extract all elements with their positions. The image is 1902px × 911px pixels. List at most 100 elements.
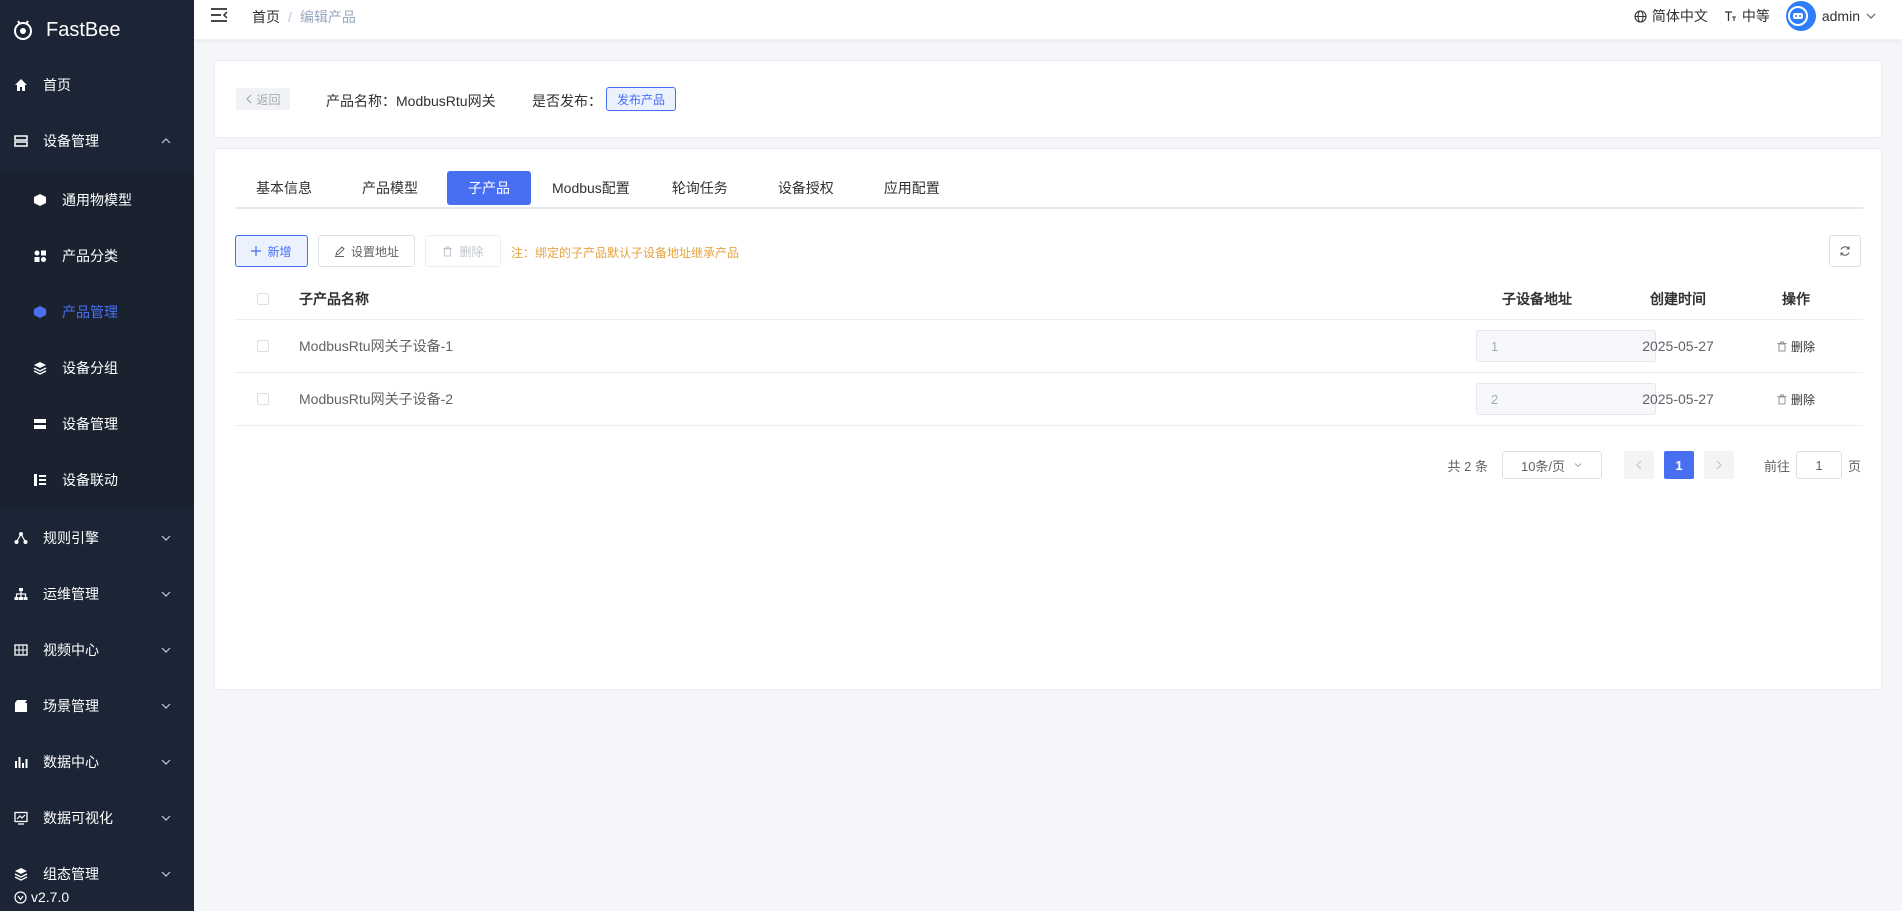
size-label: 中等 [1741, 8, 1770, 24]
sidebar-item-thing-model[interactable]: 通用物模型 [0, 172, 194, 228]
sidebar-item-label: 产品管理 [62, 304, 118, 320]
sidebar-item-home[interactable]: 首页 [0, 60, 194, 110]
scene-icon [15, 700, 27, 712]
breadcrumb-home[interactable]: 首页 [252, 7, 280, 27]
product-name: 产品名称：ModbusRtu网关 [326, 93, 496, 109]
sidebar-item-label: 场景管理 [43, 698, 99, 714]
set-address-button[interactable]: 设置地址 [318, 235, 415, 267]
language-label: 简体中文 [1651, 8, 1708, 24]
sidebar-item-devices[interactable]: 设备管理 [0, 396, 194, 452]
set-address-label: 设置地址 [350, 244, 399, 259]
row-checkbox[interactable] [257, 393, 269, 405]
tab-app-config[interactable]: 应用配置 [863, 171, 961, 205]
sidebar-item-label: 设备管理 [43, 133, 99, 149]
sidebar-item-label: 数据可视化 [43, 810, 113, 826]
plus-icon [251, 246, 262, 256]
sidebar: FastBee 首页 设备管理 通用物模型 产品分类 产品管理 设备分组 设备管… [0, 0, 194, 911]
sidebar-item-label: 首页 [43, 77, 71, 93]
sidebar-item-data-center[interactable]: 数据中心 [0, 734, 194, 790]
logo[interactable]: FastBee [0, 0, 194, 60]
goto-suffix: 页 [1847, 458, 1861, 474]
back-button[interactable]: 返回 [236, 88, 290, 110]
tab-product-model[interactable]: 产品模型 [341, 171, 439, 205]
tab-modbus-config[interactable]: Modbus配置 [539, 171, 643, 205]
table-row: ModbusRtu网关子设备-2 2025-05-27 删除 [235, 373, 1863, 426]
sub-device-address-input[interactable] [1476, 383, 1656, 415]
chevron-down-icon [161, 591, 171, 597]
row-checkbox[interactable] [257, 340, 269, 352]
tab-basic-info[interactable]: 基本信息 [235, 171, 333, 205]
back-label: 返回 [256, 92, 281, 107]
header-address: 子设备地址 [1502, 291, 1572, 307]
chevron-down-icon [161, 647, 171, 653]
size-switcher[interactable]: 中等 [1724, 6, 1770, 26]
trash-icon [1777, 341, 1787, 351]
sub-product-table: 子产品名称 子设备地址 创建时间 操作 ModbusRtu网关子设备-1 202… [235, 279, 1863, 426]
page-size-select[interactable]: 10条/页 [1501, 451, 1602, 479]
inherit-address-note: 注：绑定的子产品默认子设备地址继承产品 [511, 246, 740, 260]
sidebar-item-ops[interactable]: 运维管理 [0, 566, 194, 622]
sub-device-address-input[interactable] [1476, 330, 1656, 362]
header-actions: 简体中文 中等 admin [1618, 0, 1882, 32]
sidebar-item-product-management[interactable]: 产品管理 [0, 284, 194, 340]
chevron-down-icon [1574, 463, 1582, 468]
refresh-button[interactable] [1829, 235, 1861, 267]
chevron-down-icon [161, 703, 171, 709]
trash-icon [443, 246, 453, 256]
user-menu[interactable]: admin [1785, 1, 1882, 31]
row-name: ModbusRtu网关子设备-2 [299, 391, 454, 407]
chevron-down-icon [161, 535, 171, 541]
sidebar-item-device-group[interactable]: 设备分组 [0, 340, 194, 396]
add-button[interactable]: 新增 [235, 235, 308, 267]
sidebar-item-label: 产品分类 [62, 248, 118, 264]
version-icon [14, 890, 27, 904]
goto-page: 前往 页 [1764, 451, 1861, 479]
prev-page-button[interactable] [1623, 451, 1654, 479]
hamburger-icon[interactable] [210, 6, 228, 24]
chevron-down-icon [161, 871, 171, 877]
sidebar-item-visualization[interactable]: 数据可视化 [0, 790, 194, 846]
chevron-down-icon [161, 815, 171, 821]
tab-device-authorization[interactable]: 设备授权 [757, 171, 855, 205]
version-text: v2.7.0 [31, 889, 70, 905]
chevron-right-icon [1716, 460, 1722, 470]
rule-icon [14, 532, 28, 544]
sidebar-item-label: 设备管理 [62, 416, 118, 432]
device-management-submenu: 通用物模型 产品分类 产品管理 设备分组 设备管理 设备联动 [0, 172, 194, 508]
sidebar-item-product-category[interactable]: 产品分类 [0, 228, 194, 284]
row-delete-link[interactable]: 删除 [1777, 338, 1815, 355]
font-size-icon [1724, 10, 1736, 21]
goto-page-input[interactable] [1795, 451, 1842, 479]
sidebar-item-video-center[interactable]: 视频中心 [0, 622, 194, 678]
top-header: 首页 / 编辑产品 简体中文 中等 admin [194, 0, 1902, 40]
sidebar-item-label: 通用物模型 [62, 192, 132, 208]
chevron-left-icon [246, 94, 252, 104]
select-all-checkbox[interactable] [257, 293, 269, 305]
language-switcher[interactable]: 简体中文 [1634, 6, 1708, 26]
chevron-down-icon [1866, 13, 1876, 19]
table-header: 子产品名称 子设备地址 创建时间 操作 [235, 279, 1863, 320]
page-button-current[interactable]: 1 [1663, 451, 1694, 479]
sidebar-item-device-linkage[interactable]: 设备联动 [0, 452, 194, 508]
trash-icon [1777, 394, 1787, 404]
tab-sub-product[interactable]: 子产品 [447, 171, 531, 205]
header-action: 操作 [1782, 291, 1810, 307]
sidebar-item-rule-engine[interactable]: 规则引擎 [0, 510, 194, 566]
row-delete-label: 删除 [1790, 392, 1815, 407]
category-icon [34, 250, 46, 262]
sidebar-item-device-management[interactable]: 设备管理 [0, 110, 194, 172]
publish-product-button[interactable]: 发布产品 [606, 87, 676, 111]
tab-polling-task[interactable]: 轮询任务 [651, 171, 749, 205]
chevron-left-icon [1636, 460, 1642, 470]
app-name: FastBee [46, 18, 121, 41]
monitor-icon [14, 811, 28, 825]
breadcrumb: 首页 / 编辑产品 [252, 7, 356, 27]
row-delete-link[interactable]: 删除 [1777, 391, 1815, 408]
sidebar-item-scene[interactable]: 场景管理 [0, 678, 194, 734]
row-action: 删除 [1729, 391, 1863, 408]
row-name: ModbusRtu网关子设备-1 [299, 338, 454, 354]
next-page-button[interactable] [1703, 451, 1734, 479]
layers-icon [33, 362, 47, 375]
home-icon [15, 79, 27, 91]
delete-button[interactable]: 删除 [425, 235, 501, 267]
